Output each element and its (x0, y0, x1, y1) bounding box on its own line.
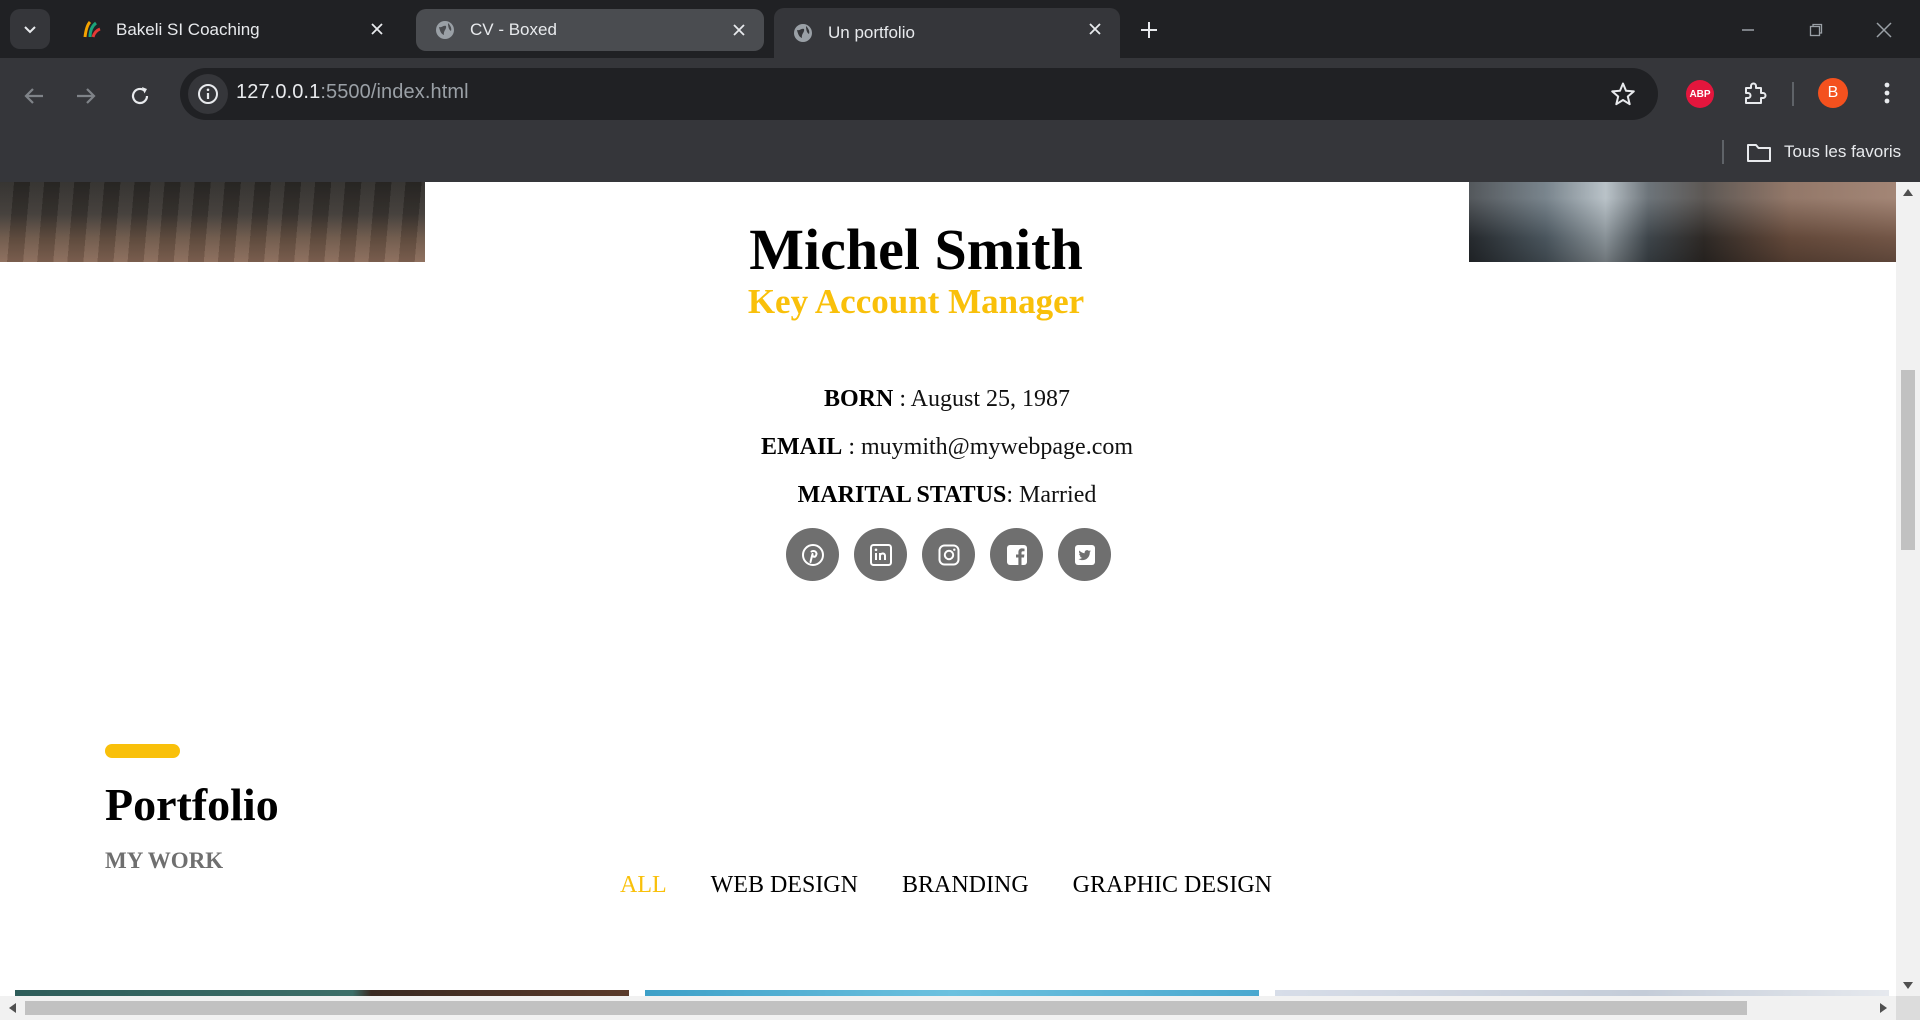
bookmark-star-button[interactable] (1610, 81, 1636, 107)
twitter-icon (1074, 544, 1095, 565)
portfolio-subtitle: MY WORK (105, 848, 224, 873)
filter-graphic-design[interactable]: GRAPHIC DESIGN (1073, 872, 1272, 899)
filter-web-design[interactable]: WEB DESIGN (711, 872, 858, 899)
tab-strip: Bakeli SI Coaching CV - Boxed Un portfol… (0, 0, 1920, 58)
arrow-right-icon (77, 88, 96, 104)
site-info-button[interactable] (188, 74, 228, 114)
all-bookmarks-label: Tous les favoris (1784, 142, 1902, 161)
profile-role: Key Account Manager (747, 282, 1085, 321)
born-label: BORN (823, 386, 894, 412)
marital-label: MARITAL STATUS (797, 482, 1007, 508)
new-tab-button[interactable] (1136, 17, 1162, 43)
born-value: : August 25, 1987 (893, 386, 1071, 412)
section-accent-bar (105, 744, 180, 758)
social-links (786, 528, 1111, 581)
url-path: :5500/index.html (320, 81, 469, 103)
instagram-link[interactable] (922, 528, 975, 581)
tab-title: Bakeli SI Coaching (116, 20, 260, 39)
tab-title: Un portfolio (828, 23, 915, 42)
horizontal-scrollbar[interactable] (0, 996, 1896, 1020)
globe-icon (434, 19, 456, 41)
scroll-right-arrow-icon[interactable] (1878, 1002, 1890, 1014)
marital-row: MARITAL STATUS: Married (0, 482, 1894, 509)
star-icon (1611, 82, 1635, 106)
url-host: 127.0.0.1 (236, 81, 321, 103)
born-row: BORN : August 25, 1987 (0, 386, 1894, 413)
scroll-up-arrow-icon[interactable] (1902, 186, 1914, 198)
close-icon[interactable] (728, 19, 750, 41)
back-button[interactable] (16, 78, 52, 114)
tab-title: CV - Boxed (470, 20, 557, 39)
forward-button[interactable] (68, 78, 104, 114)
filter-branding[interactable]: BRANDING (902, 872, 1029, 899)
vertical-scroll-thumb[interactable] (1901, 370, 1915, 550)
tab-search-button[interactable] (10, 9, 50, 49)
all-bookmarks-button[interactable]: Tous les favoris (1746, 136, 1901, 168)
vertical-scrollbar[interactable] (1896, 182, 1920, 996)
arrow-left-icon (24, 88, 43, 104)
scroll-left-arrow-icon[interactable] (6, 1002, 18, 1014)
facebook-link[interactable] (990, 528, 1043, 581)
url-text[interactable]: 127.0.0.1:5500/index.html (236, 81, 469, 104)
profile-name: Michel Smith (749, 217, 1083, 282)
linkedin-link[interactable] (854, 528, 907, 581)
browser-menu-button[interactable] (1872, 76, 1902, 110)
more-vert-icon (1884, 82, 1890, 104)
filter-all[interactable]: ALL (620, 872, 667, 899)
instagram-icon (938, 544, 959, 565)
marital-value: : Married (1006, 482, 1097, 508)
scroll-down-arrow-icon[interactable] (1902, 980, 1914, 992)
browser-toolbar: 127.0.0.1:5500/index.html ABP B Tous les… (0, 58, 1920, 186)
pinterest-link[interactable] (786, 528, 839, 581)
portfolio-title: Portfolio (105, 779, 279, 830)
tab-cv-boxed[interactable]: CV - Boxed (416, 9, 764, 51)
reload-button[interactable] (122, 78, 158, 114)
facebook-icon (1006, 544, 1027, 565)
close-icon[interactable] (1084, 18, 1106, 40)
reload-icon (131, 87, 149, 105)
window-close-button[interactable] (1868, 14, 1900, 46)
info-icon (198, 84, 218, 104)
profile-initial: B (1827, 84, 1839, 101)
abp-label: ABP (1689, 88, 1711, 100)
email-row: EMAIL : muymith@mywebpage.com (0, 434, 1894, 461)
adblock-plus-extension[interactable]: ABP (1686, 80, 1714, 108)
close-icon (1876, 22, 1892, 38)
profile-avatar[interactable]: B (1818, 78, 1848, 108)
tab-bakeli[interactable]: Bakeli SI Coaching (62, 8, 402, 52)
linkedin-icon (869, 543, 892, 566)
horizontal-scroll-thumb[interactable] (25, 1001, 1747, 1015)
email-value: : muymith@mywebpage.com (842, 434, 1134, 460)
minimize-button[interactable] (1732, 14, 1764, 46)
close-icon[interactable] (366, 18, 388, 40)
puzzle-icon (1745, 82, 1767, 104)
pinterest-icon (801, 543, 824, 566)
portfolio-filters: ALL WEB DESIGN BRANDING GRAPHIC DESIGN (620, 872, 1272, 899)
folder-icon (1746, 141, 1772, 163)
address-bar[interactable]: 127.0.0.1:5500/index.html (180, 68, 1658, 120)
restore-button[interactable] (1800, 14, 1832, 46)
minimize-icon (1742, 29, 1754, 31)
tab-un-portfolio[interactable]: Un portfolio (774, 8, 1120, 58)
plus-icon (1141, 22, 1157, 38)
extensions-button[interactable] (1738, 76, 1772, 110)
page-viewport: Michel Smith Key Account Manager BORN : … (0, 182, 1896, 996)
toolbar-separator (1792, 82, 1794, 106)
email-label: EMAIL (760, 434, 843, 460)
bakeli-logo-icon (80, 19, 102, 41)
globe-icon (792, 22, 814, 44)
twitter-link[interactable] (1058, 528, 1111, 581)
restore-icon (1809, 23, 1823, 37)
bookmarks-separator (1722, 140, 1724, 164)
scrollbar-corner (1896, 996, 1920, 1020)
chevron-down-icon (24, 26, 36, 34)
